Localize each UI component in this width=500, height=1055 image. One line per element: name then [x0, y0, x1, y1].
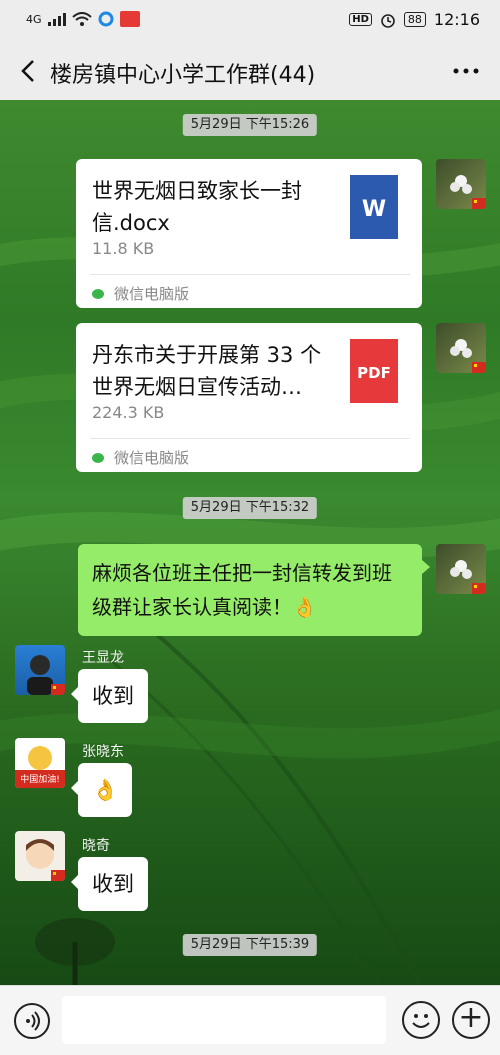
file-source-label: 微信电脑版 — [114, 449, 190, 467]
voice-icon — [26, 1011, 40, 1031]
chevron-left-icon — [21, 60, 34, 82]
file-source: 微信电脑版 — [92, 447, 189, 468]
app-notification-icon — [98, 11, 114, 27]
file-name: 世界无烟日致家长一封信.docx — [92, 179, 302, 235]
back-button[interactable] — [10, 52, 46, 90]
china-flag-icon — [51, 870, 65, 881]
status-bar: 4G HD 88 12:16 — [0, 0, 500, 42]
avatar-self[interactable] — [436, 323, 486, 373]
wechat-icon — [92, 452, 104, 463]
wechat-icon — [92, 288, 104, 299]
divider — [90, 274, 410, 275]
emoji-icon — [412, 1014, 430, 1028]
file-message-docx[interactable]: 世界无烟日致家长一封信.docx 11.8 KB 微信电脑版 W — [76, 159, 422, 308]
china-flag-icon — [472, 583, 486, 594]
sender-name: 张晓东 — [82, 744, 124, 760]
sender-name: 王显龙 — [82, 650, 124, 666]
file-size: 11.8 KB — [92, 239, 155, 258]
file-source-label: 微信电脑版 — [114, 285, 190, 303]
voice-button[interactable] — [14, 1003, 50, 1039]
wifi-icon — [71, 11, 92, 26]
chat-title: 楼房镇中心小学工作群(44) — [50, 63, 316, 88]
text-message-received[interactable]: 收到 — [71, 669, 148, 723]
more-button[interactable] — [446, 56, 486, 86]
battery-indicator: 88 — [403, 12, 426, 27]
avatar-caption: 中国加油! — [20, 775, 60, 785]
text-message-self[interactable]: 麻烦各位班主任把一封信转发到班级群让家长认真阅读！👌 — [78, 544, 430, 636]
alarm-icon — [381, 13, 395, 28]
china-flag-icon — [472, 362, 486, 373]
file-size: 224.3 KB — [92, 403, 165, 422]
message-input[interactable] — [62, 996, 386, 1044]
timestamp: 5月29日 下午15:32 — [182, 497, 318, 519]
word-file-icon: W — [350, 175, 398, 239]
status-left: 4G — [26, 11, 140, 27]
file-icon-label: W — [361, 197, 387, 222]
file-source: 微信电脑版 — [92, 283, 189, 304]
hd-badge: HD — [349, 13, 372, 26]
china-flag-icon — [51, 684, 65, 695]
timestamp: 5月29日 下午15:26 — [182, 114, 318, 136]
sender-name: 晓奇 — [82, 838, 110, 854]
signal-icon — [47, 12, 66, 26]
avatar-wang[interactable] — [15, 645, 65, 695]
avatar-xiao[interactable] — [15, 831, 65, 881]
chat-header: 楼房镇中心小学工作群(44) — [0, 42, 500, 100]
status-right: HD 88 12:16 — [349, 10, 480, 29]
plus-button[interactable]: + — [452, 1001, 490, 1039]
avatar-zhang[interactable]: 中国加油! — [15, 738, 65, 788]
network-type: 4G — [26, 12, 42, 26]
avatar-self[interactable] — [436, 544, 486, 594]
text-message-received[interactable]: 收到 — [71, 857, 148, 911]
file-name: 丹东市关于开展第 33 个世界无烟日宣传活动… — [92, 343, 322, 399]
divider — [90, 438, 410, 439]
avatar-self[interactable] — [436, 159, 486, 209]
timestamp: 5月29日 下午15:39 — [182, 934, 318, 956]
emoji-message-received[interactable]: 👌 — [70, 763, 133, 817]
file-message-pdf[interactable]: 丹东市关于开展第 33 个世界无烟日宣传活动… 224.3 KB 微信电脑版 P… — [76, 323, 422, 472]
app-notification-icon-2 — [119, 11, 140, 27]
emoji-button[interactable] — [402, 1001, 440, 1039]
input-bar: + — [0, 985, 500, 1055]
more-dots-icon — [453, 68, 479, 74]
pdf-file-icon: PDF — [350, 339, 398, 403]
status-time: 12:16 — [433, 10, 480, 29]
china-flag-icon — [472, 198, 486, 209]
file-icon-label: PDF — [357, 364, 391, 382]
